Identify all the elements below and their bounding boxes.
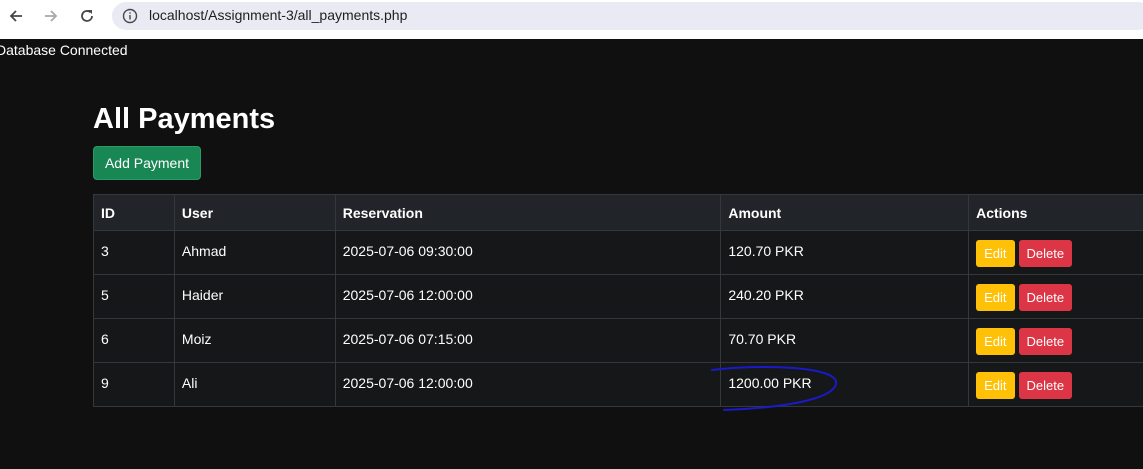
address-bar[interactable]: localhost/Assignment-3/all_payments.php (112, 2, 1143, 30)
column-header-actions: Actions (968, 194, 1143, 231)
table-row: 5 Haider 2025-07-06 12:00:00 240.20 PKR … (93, 274, 1143, 319)
delete-button[interactable]: Delete (1018, 327, 1073, 355)
table-header-row: ID User Reservation Amount Actions (93, 194, 1143, 231)
cell-reservation: 2025-07-06 07:15:00 (334, 318, 722, 363)
table-row: 3 Ahmad 2025-07-06 09:30:00 120.70 PKR E… (93, 230, 1143, 275)
cell-amount: 120.70 PKR (720, 230, 970, 275)
payments-table: ID User Reservation Amount Actions 3 Ahm… (93, 194, 1143, 407)
table-row: 9 Ali 2025-07-06 12:00:00 1200.00 PKR Ed… (93, 362, 1143, 407)
column-header-amount: Amount (720, 194, 970, 231)
cell-reservation: 2025-07-06 09:30:00 (334, 230, 722, 275)
delete-button[interactable]: Delete (1018, 283, 1073, 311)
delete-button[interactable]: Delete (1018, 239, 1073, 267)
edit-button[interactable]: Edit (976, 239, 1015, 267)
cell-actions: Edit Delete (968, 230, 1143, 275)
info-icon[interactable] (122, 8, 138, 24)
column-header-reservation: Reservation (334, 194, 722, 231)
url-text[interactable]: localhost/Assignment-3/all_payments.php (149, 7, 407, 23)
edit-button[interactable]: Edit (976, 371, 1015, 399)
cell-amount: 1200.00 PKR (720, 362, 970, 407)
forward-arrow-icon[interactable] (39, 4, 63, 28)
add-payment-button[interactable]: Add Payment (93, 146, 201, 180)
cell-amount: 70.70 PKR (720, 318, 970, 363)
back-arrow-icon[interactable] (4, 4, 28, 28)
cell-id: 5 (93, 274, 175, 319)
column-header-user: User (173, 194, 336, 231)
cell-actions: Edit Delete (968, 362, 1143, 407)
cell-user: Moiz (173, 318, 336, 363)
table-row: 6 Moiz 2025-07-06 07:15:00 70.70 PKR Edi… (93, 318, 1143, 363)
cell-reservation: 2025-07-06 12:00:00 (334, 274, 722, 319)
reload-icon[interactable] (75, 4, 99, 28)
cell-amount: 240.20 PKR (720, 274, 970, 319)
cell-id: 6 (93, 318, 175, 363)
page-title: All Payments (93, 103, 276, 135)
cell-actions: Edit Delete (968, 318, 1143, 363)
cell-actions: Edit Delete (968, 274, 1143, 319)
delete-button[interactable]: Delete (1018, 371, 1073, 399)
edit-button[interactable]: Edit (976, 283, 1015, 311)
database-status-text: Database Connected (0, 42, 128, 58)
cell-user: Haider (173, 274, 336, 319)
cell-id: 9 (93, 362, 175, 407)
column-header-id: ID (93, 194, 175, 231)
cell-user: Ali (173, 362, 336, 407)
cell-user: Ahmad (173, 230, 336, 275)
browser-toolbar: localhost/Assignment-3/all_payments.php (0, 0, 1143, 39)
cell-id: 3 (93, 230, 175, 275)
cell-reservation: 2025-07-06 12:00:00 (334, 362, 722, 407)
edit-button[interactable]: Edit (976, 327, 1015, 355)
